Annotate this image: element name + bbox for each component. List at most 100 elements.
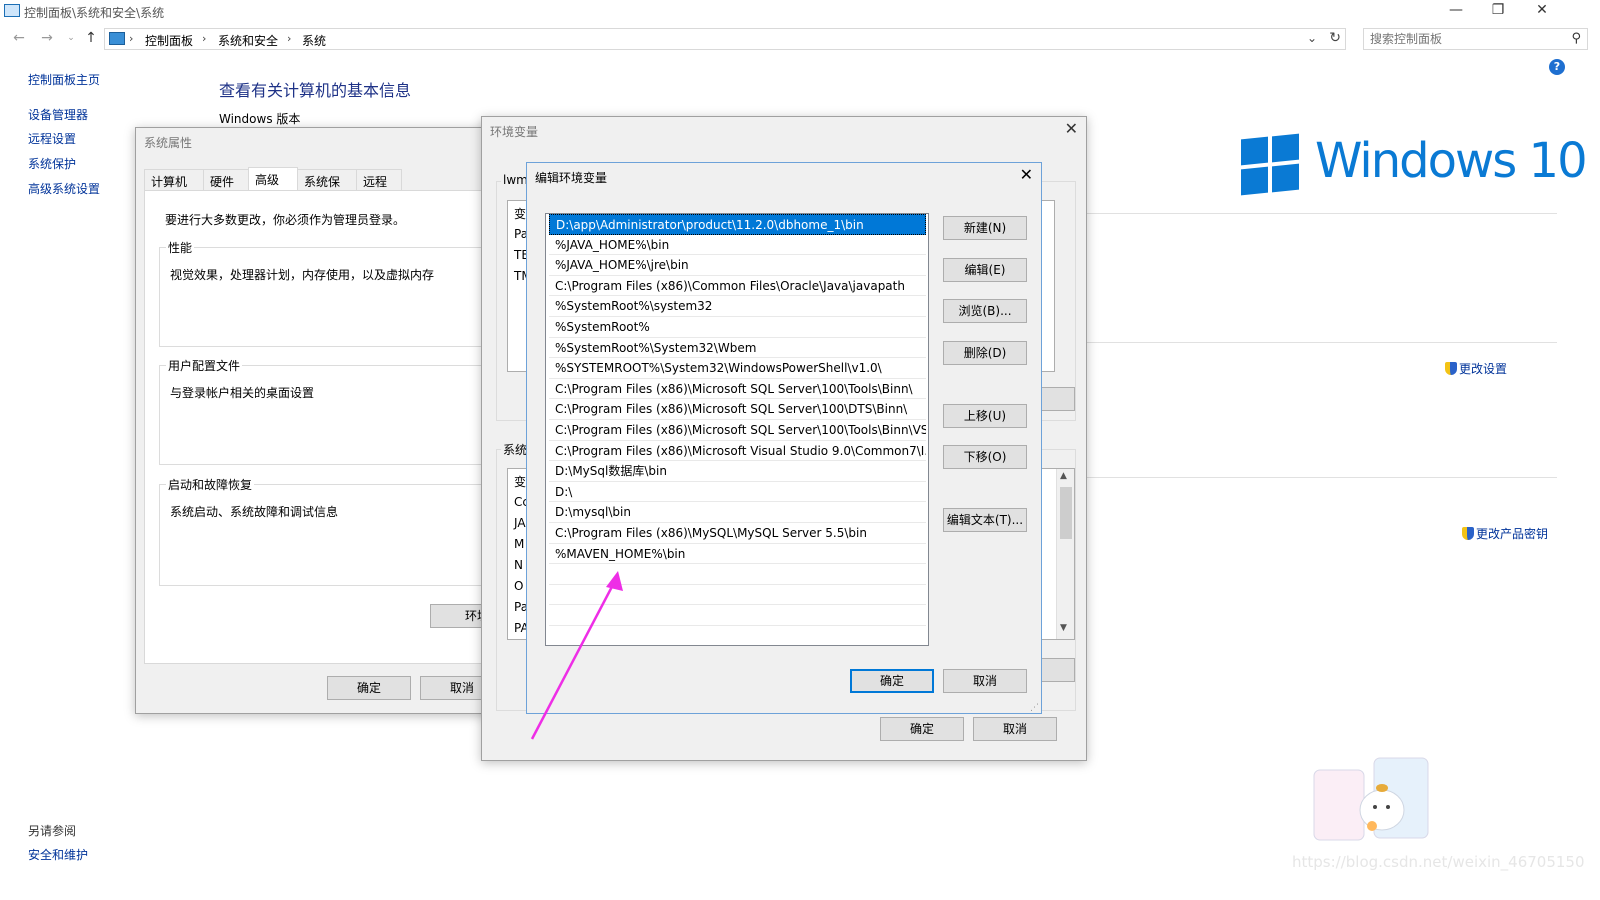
- move-up-button[interactable]: 上移(U): [943, 404, 1027, 428]
- change-product-key-label: 更改产品密钥: [1476, 527, 1549, 541]
- page-title: 查看有关计算机的基本信息: [219, 81, 412, 100]
- breadcrumb-chevron-icon[interactable]: ›: [129, 32, 133, 45]
- path-entry[interactable]: %JAVA_HOME%\jre\bin: [549, 255, 926, 276]
- window-title: 控制面板\系统和安全\系统: [24, 6, 165, 20]
- ok-button[interactable]: 确定: [880, 717, 964, 741]
- chevron-down-icon[interactable]: ⌄: [1307, 31, 1317, 45]
- window-title-bar: 控制面板\系统和安全\系统 — ❐ ✕: [0, 0, 1600, 22]
- ok-button[interactable]: 确定: [327, 676, 411, 700]
- remote-settings-link[interactable]: 远程设置: [28, 130, 76, 147]
- admin-note: 要进行大多数更改，你必须作为管理员登录。: [165, 213, 406, 227]
- path-entry[interactable]: %SystemRoot%\System32\Wbem: [549, 338, 926, 359]
- cancel-button[interactable]: 取消: [973, 717, 1057, 741]
- list-header-variable: 变: [514, 207, 527, 221]
- path-entry[interactable]: %MAVEN_HOME%\bin: [549, 544, 926, 565]
- device-manager-link[interactable]: 设备管理器: [28, 106, 88, 123]
- tab-hardware[interactable]: 硬件: [203, 169, 249, 191]
- close-button[interactable]: ✕: [1520, 0, 1564, 22]
- minimize-button[interactable]: —: [1434, 0, 1478, 22]
- divider: [1086, 477, 1557, 478]
- close-icon[interactable]: ✕: [1065, 119, 1078, 138]
- list-item[interactable]: JA: [514, 516, 526, 530]
- path-entry[interactable]: %JAVA_HOME%\bin: [549, 235, 926, 256]
- security-maintenance-link[interactable]: 安全和维护: [28, 846, 88, 863]
- user-profiles-desc: 与登录帐户相关的桌面设置: [170, 386, 315, 400]
- recent-dropdown-icon[interactable]: ⌄: [62, 29, 80, 47]
- path-entry[interactable]: D:\: [549, 482, 926, 503]
- system-properties-dialog: 系统属性 计算机名 硬件 高级 系统保护 远程 要进行大多数更改，你必须作为管理…: [135, 127, 506, 714]
- startup-recovery-desc: 系统启动、系统故障和调试信息: [170, 505, 339, 519]
- uac-shield-icon: [1445, 362, 1457, 375]
- advanced-system-settings-link[interactable]: 高级系统设置: [28, 180, 100, 197]
- user-profiles-group: 用户配置文件 与登录帐户相关的桌面设置: [159, 357, 499, 465]
- user-delete-button[interactable]: [1041, 387, 1075, 411]
- new-button[interactable]: 新建(N): [943, 216, 1027, 240]
- restore-button[interactable]: ❐: [1476, 0, 1520, 22]
- scroll-up-icon[interactable]: ▲: [1060, 471, 1067, 481]
- path-entry[interactable]: C:\Program Files (x86)\Microsoft Visual …: [549, 441, 926, 462]
- path-entry[interactable]: D:\MySql数据库\bin: [549, 461, 926, 482]
- dialog-title: 系统属性: [144, 136, 193, 150]
- mascot-sticker-icon: [1313, 757, 1429, 841]
- user-profiles-label: 用户配置文件: [166, 357, 243, 374]
- tab-remote[interactable]: 远程: [356, 169, 402, 191]
- delete-button[interactable]: 删除(D): [943, 341, 1027, 365]
- path-entry[interactable]: C:\Program Files (x86)\Common Files\Orac…: [549, 276, 926, 297]
- address-bar[interactable]: › 控制面板 › 系统和安全 › 系统 ⌄ ↻: [104, 28, 1346, 50]
- path-entry[interactable]: %SystemRoot%\system32: [549, 296, 926, 317]
- computer-icon: [109, 32, 125, 45]
- breadcrumb-chevron-icon[interactable]: ›: [202, 32, 206, 45]
- forward-arrow-icon[interactable]: →: [38, 29, 56, 47]
- resize-grip-icon[interactable]: ⋰: [1030, 703, 1039, 713]
- path-entry[interactable]: C:\Program Files (x86)\MySQL\MySQL Serve…: [549, 523, 926, 544]
- path-entry[interactable]: %SYSTEMROOT%\System32\WindowsPowerShell\…: [549, 358, 926, 379]
- path-entry[interactable]: D:\mysql\bin: [549, 502, 926, 523]
- change-settings-label: 更改设置: [1459, 362, 1508, 376]
- windows-logo-icon: [1241, 133, 1299, 196]
- vertical-scrollbar[interactable]: ▲ ▼: [1056, 469, 1074, 639]
- breadcrumb-chevron-icon[interactable]: ›: [287, 32, 291, 45]
- scrollbar-thumb[interactable]: [1060, 487, 1072, 539]
- list-header-variable: 变: [514, 475, 527, 489]
- path-entry[interactable]: %SystemRoot%: [549, 317, 926, 338]
- change-settings-link[interactable]: 更改设置: [1445, 360, 1507, 377]
- breadcrumb-system[interactable]: 系统: [302, 32, 326, 49]
- scroll-down-icon[interactable]: ▼: [1060, 623, 1067, 633]
- path-entry[interactable]: C:\Program Files (x86)\Microsoft SQL Ser…: [549, 399, 926, 420]
- refresh-icon[interactable]: ↻: [1329, 30, 1341, 46]
- cancel-button[interactable]: 取消: [943, 669, 1027, 693]
- ok-button[interactable]: 确定: [850, 669, 934, 693]
- path-entry[interactable]: C:\Program Files (x86)\Microsoft SQL Ser…: [549, 379, 926, 400]
- list-item[interactable]: M: [514, 537, 524, 551]
- advanced-tab-panel: 要进行大多数更改，你必须作为管理员登录。 性能 视觉效果，处理器计划，内存使用，…: [144, 190, 506, 664]
- path-entry-selected[interactable]: D:\app\Administrator\product\11.2.0\dbho…: [549, 214, 926, 235]
- control-panel-icon: [4, 4, 20, 17]
- search-icon[interactable]: ⚲: [1571, 31, 1581, 46]
- change-product-key-link[interactable]: 更改产品密钥: [1462, 525, 1548, 542]
- search-box[interactable]: ⚲: [1363, 28, 1588, 50]
- search-input[interactable]: [1364, 29, 1554, 49]
- system-protection-link[interactable]: 系统保护: [28, 155, 76, 172]
- see-also-heading: 另请参阅: [28, 824, 77, 838]
- tab-computer-name[interactable]: 计算机名: [144, 169, 204, 206]
- startup-recovery-group: 启动和故障恢复 系统启动、系统故障和调试信息: [159, 476, 499, 586]
- system-variables-label: 系统: [501, 441, 530, 458]
- path-entry[interactable]: C:\Program Files (x86)\Microsoft SQL Ser…: [549, 420, 926, 441]
- help-icon[interactable]: ?: [1549, 59, 1565, 75]
- breadcrumb-system-security[interactable]: 系统和安全: [218, 32, 278, 49]
- browse-button[interactable]: 浏览(B)...: [943, 299, 1027, 323]
- divider: [1086, 342, 1557, 343]
- back-arrow-icon[interactable]: ←: [10, 29, 28, 47]
- performance-group: 性能 视觉效果，处理器计划，内存使用，以及虚拟内存: [159, 239, 499, 347]
- tab-system-protection[interactable]: 系统保护: [297, 169, 357, 206]
- move-down-button[interactable]: 下移(O): [943, 445, 1027, 469]
- control-panel-home-link[interactable]: 控制面板主页: [28, 71, 100, 88]
- edit-text-button[interactable]: 编辑文本(T)...: [943, 508, 1027, 532]
- up-arrow-icon[interactable]: ↑: [82, 29, 100, 47]
- system-delete-button[interactable]: [1041, 658, 1075, 682]
- breadcrumb-control-panel[interactable]: 控制面板: [145, 32, 193, 49]
- close-icon[interactable]: ✕: [1020, 165, 1033, 184]
- tab-advanced[interactable]: 高级: [248, 167, 298, 191]
- windows-edition-label: Windows 版本: [219, 112, 301, 126]
- edit-button[interactable]: 编辑(E): [943, 258, 1027, 282]
